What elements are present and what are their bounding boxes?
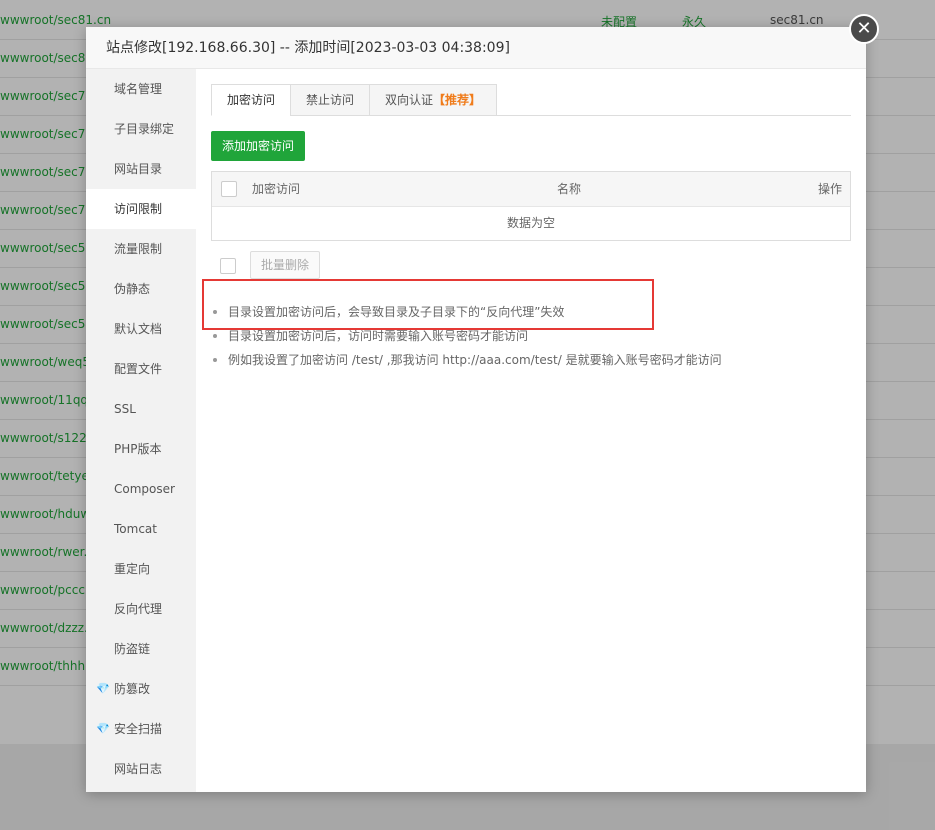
diamond-icon: 💎 — [96, 682, 110, 695]
sidebar-item[interactable]: 重定向 — [86, 549, 196, 589]
sidebar-item[interactable]: 网站日志 — [86, 749, 196, 789]
sidebar-item-label: Tomcat — [114, 522, 157, 536]
batch-select-checkbox[interactable] — [220, 258, 236, 274]
sidebar-item-label: SSL — [114, 402, 136, 416]
sidebar-item-label: 防盗链 — [114, 642, 151, 656]
column-header-encrypted-access: 加密访问 — [252, 182, 301, 196]
sidebar-item-label: 访问限制 — [114, 202, 163, 216]
sidebar-item-label: 默认文档 — [114, 322, 163, 336]
table-header: 加密访问 名称 操作 — [212, 172, 850, 207]
sidebar-item-label: 安全扫描 — [114, 722, 163, 736]
sidebar-item-label: 流量限制 — [114, 242, 163, 256]
tab-forbidden-access[interactable]: 禁止访问 — [290, 84, 370, 116]
sidebar-item-label: 防篡改 — [114, 682, 151, 696]
sidebar-item[interactable]: 配置文件 — [86, 349, 196, 389]
sidebar-item[interactable]: PHP版本 — [86, 429, 196, 469]
sidebar-item[interactable]: 防盗链 — [86, 629, 196, 669]
sidebar-item-label: 网站目录 — [114, 162, 163, 176]
tab-encrypted-access[interactable]: 加密访问 — [211, 84, 291, 116]
table-empty-text: 数据为空 — [506, 216, 555, 230]
sidebar-item[interactable]: 访问限制 — [86, 189, 196, 229]
sidebar-item-label: PHP版本 — [114, 442, 162, 456]
sidebar-item[interactable]: 💎 安全扫描 — [86, 709, 196, 749]
sidebar-item[interactable]: 子目录绑定 — [86, 109, 196, 149]
sidebar-item[interactable]: 流量限制 — [86, 229, 196, 269]
sidebar-item-label: 域名管理 — [114, 82, 163, 96]
sidebar-item[interactable]: Composer — [86, 469, 196, 509]
sidebar-item[interactable]: 默认文档 — [86, 309, 196, 349]
sidebar-item[interactable]: 网站目录 — [86, 149, 196, 189]
tab-bar: 加密访问 禁止访问 双向认证【推荐】 — [211, 84, 851, 116]
highlight-annotation-box — [202, 279, 654, 330]
sidebar-item[interactable]: 域名管理 — [86, 69, 196, 109]
batch-actions: 批量删除 — [211, 251, 851, 281]
tab-label: 双向认证 — [384, 93, 433, 107]
sidebar-item[interactable]: 伪静态 — [86, 269, 196, 309]
sidebar-item[interactable]: SSL — [86, 389, 196, 429]
sidebar-item-label: 反向代理 — [114, 602, 163, 616]
column-header-actions: 操作 — [817, 182, 842, 196]
tip-item: 例如我设置了加密访问 /test/ ,那我访问 http://aaa.com/t… — [203, 348, 823, 372]
sidebar-item[interactable]: 反向代理 — [86, 589, 196, 629]
close-icon[interactable]: ✕ — [849, 14, 879, 44]
encrypted-access-table: 加密访问 名称 操作 数据为空 — [211, 171, 851, 241]
sidebar-item-label: 伪静态 — [114, 282, 151, 296]
dialog-title: 站点修改[192.168.66.30] -- 添加时间[2023-03-03 0… — [86, 27, 866, 69]
diamond-icon: 💎 — [96, 722, 110, 735]
recommend-badge: 【推荐】 — [433, 93, 482, 107]
sidebar-item-label: 网站日志 — [114, 762, 163, 776]
sidebar-item[interactable]: 💎 防篡改 — [86, 669, 196, 709]
batch-delete-button[interactable]: 批量删除 — [250, 251, 320, 279]
dialog-content: 加密访问 禁止访问 双向认证【推荐】 添加加密访问 加密访问 名称 操作 数据为… — [211, 84, 851, 367]
sidebar-item-label: 配置文件 — [114, 362, 163, 376]
tab-label: 加密访问 — [226, 93, 275, 107]
site-settings-dialog: 站点修改[192.168.66.30] -- 添加时间[2023-03-03 0… — [86, 27, 866, 792]
sidebar-item[interactable]: Tomcat — [86, 509, 196, 549]
tab-two-way-auth[interactable]: 双向认证【推荐】 — [369, 84, 497, 116]
column-header-name: 名称 — [557, 182, 582, 196]
dialog-sidebar: 域名管理子目录绑定网站目录访问限制流量限制伪静态默认文档配置文件 SSL PHP版本… — [86, 69, 196, 792]
add-encrypted-access-button[interactable]: 添加加密访问 — [211, 131, 305, 161]
select-all-checkbox[interactable] — [221, 181, 237, 197]
sidebar-item-label: 重定向 — [114, 562, 151, 576]
sidebar-item-label: 子目录绑定 — [114, 122, 175, 136]
sidebar-item-label: Composer — [114, 482, 175, 496]
tab-label: 禁止访问 — [305, 93, 354, 107]
